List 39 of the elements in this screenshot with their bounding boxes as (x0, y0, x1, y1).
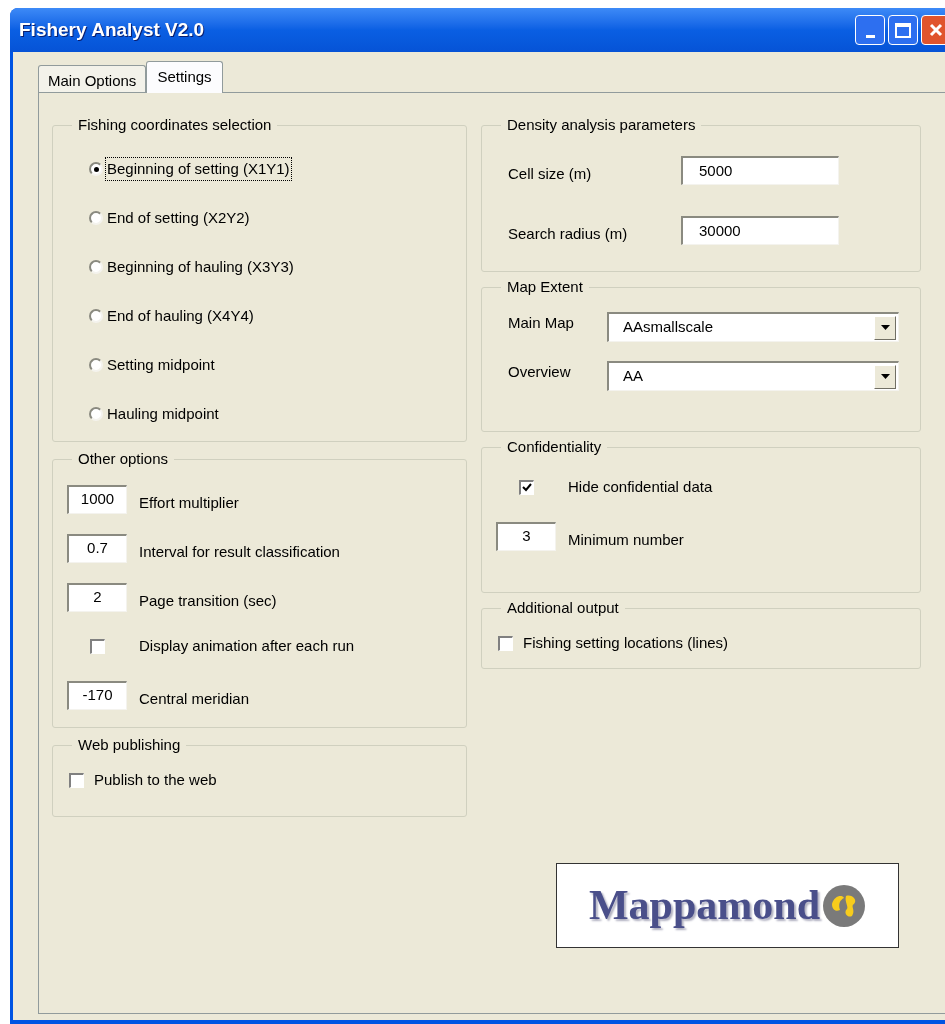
window-title: Fishery Analyst V2.0 (19, 17, 206, 42)
field-label: Interval for result classification (139, 541, 340, 562)
radio-label: Setting midpoint (106, 354, 216, 375)
field-label: Central meridian (139, 688, 250, 709)
number-field[interactable]: 5000 (681, 156, 839, 185)
number-field[interactable]: 3 (496, 521, 556, 551)
logo: Mappamond (556, 863, 899, 948)
field-label: Overview (508, 361, 572, 382)
field-label: Cell size (m) (508, 164, 593, 185)
group-title: Confidentiality (506, 437, 603, 457)
checkbox-label: Display animation after each run (139, 635, 355, 656)
number-field[interactable]: 0.7 (67, 533, 127, 563)
group-title: Map Extent (506, 277, 584, 297)
tab[interactable]: Settings (146, 61, 223, 93)
field-label: Minimum number (568, 529, 684, 550)
radio-label: End of hauling (X4Y4) (106, 305, 255, 326)
dropdown[interactable]: AAsmallscale (607, 312, 899, 342)
radio-label: End of setting (X2Y2) (106, 207, 251, 228)
field-label: Search radius (m) (508, 224, 629, 245)
group-title: Density analysis parameters (506, 115, 697, 135)
number-field[interactable]: 30000 (681, 216, 839, 245)
group-title: Fishing coordinates selection (77, 115, 273, 135)
checkbox-label: Fishing setting locations (lines) (523, 633, 729, 654)
number-field[interactable]: 2 (67, 582, 127, 612)
radio-label: Hauling midpoint (106, 403, 220, 424)
checkbox-label: Hide confidential data (568, 476, 713, 497)
group-title: Other options (77, 449, 170, 469)
checkbox-label: Publish to the web (94, 770, 217, 791)
tab[interactable]: Main Options (38, 65, 147, 92)
field-label: Page transition (sec) (139, 590, 277, 611)
number-field[interactable]: -170 (67, 680, 127, 710)
radio-label: Beginning of setting (X1Y1) (106, 157, 291, 181)
group-title: Web publishing (77, 735, 182, 755)
group-title: Additional output (506, 598, 620, 618)
number-field[interactable]: 1000 (67, 484, 127, 514)
dropdown[interactable]: AA (607, 361, 899, 391)
field-label: Main Map (508, 312, 575, 333)
radio-label: Beginning of hauling (X3Y3) (106, 256, 295, 277)
field-label: Effort multiplier (139, 492, 239, 513)
